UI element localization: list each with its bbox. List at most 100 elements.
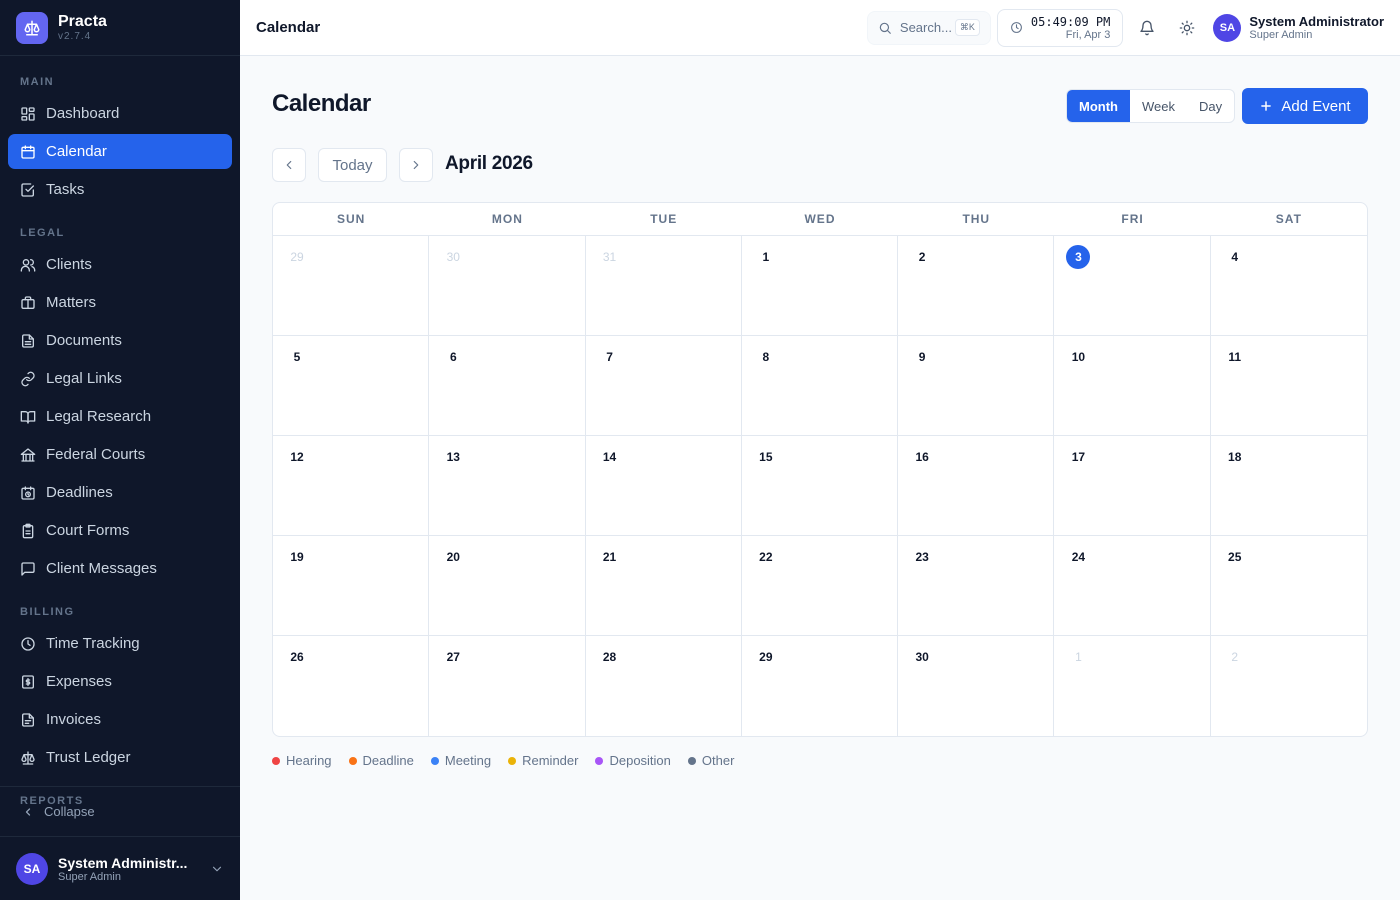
sidebar-item-legal-links[interactable]: Legal Links (8, 361, 232, 396)
calendar-day[interactable]: 12 (273, 436, 430, 536)
sidebar-item-label: Clients (46, 256, 92, 273)
view-week-button[interactable]: Week (1130, 90, 1187, 122)
calendar-day[interactable]: 6 (429, 336, 586, 436)
calendar-day[interactable]: 8 (741, 336, 899, 436)
sidebar-item-tasks[interactable]: Tasks (8, 172, 232, 207)
calendar-day[interactable]: 7 (585, 336, 742, 436)
sidebar-item-calendar[interactable]: Calendar (8, 134, 232, 169)
calendar-clock-icon (21, 485, 35, 500)
calendar-day[interactable]: 28 (586, 636, 742, 736)
sidebar-nav: MAIN Dashboard Calendar Tasks LEGAL Clients Ma… (0, 56, 240, 807)
sidebar-item-client-messages[interactable]: Client Messages (8, 551, 232, 586)
sidebar-item-trust-ledger[interactable]: Trust Ledger (8, 740, 232, 775)
legend-item-hearing: Hearing (272, 753, 332, 768)
invoice-icon (22, 712, 34, 727)
search-button[interactable]: Search... ⌘K (866, 10, 991, 45)
weekday-label: SUN (336, 212, 366, 226)
calendar-day[interactable]: 15 (741, 436, 899, 536)
next-month-button[interactable] (399, 148, 433, 182)
legend-item-reminder: Reminder (508, 753, 578, 768)
calendar-day[interactable]: 2 (898, 236, 1055, 336)
calendar-day[interactable]: 24 (1054, 536, 1211, 636)
calendar-day[interactable]: 17 (1054, 436, 1211, 536)
sidebar-item-label: Deadlines (46, 484, 113, 501)
sidebar-user-menu[interactable]: SA System Administr... Super Admin (0, 836, 240, 900)
legend-item-deadline: Deadline (348, 753, 414, 768)
calendar-day[interactable]: 19 (273, 536, 430, 636)
sidebar-item-court-forms[interactable]: Court Forms (8, 513, 232, 548)
courthouse-icon (20, 447, 36, 462)
sidebar-item-federal-courts[interactable]: Federal Courts (8, 437, 232, 472)
today-button[interactable]: Today (318, 148, 387, 182)
chevron-down-icon (212, 866, 222, 871)
calendar-day[interactable]: 10 (1054, 336, 1211, 436)
sidebar-item-matters[interactable]: Matters (8, 285, 232, 320)
calendar-day[interactable]: 25 (1210, 536, 1367, 636)
day-number: 2 (918, 250, 926, 264)
sidebar-item-expenses[interactable]: Expenses (8, 664, 232, 699)
day-number: 13 (446, 450, 460, 464)
calendar-day[interactable]: 29 (273, 236, 430, 336)
calendar-day[interactable]: 1 (1054, 636, 1211, 736)
view-day-button[interactable]: Day (1187, 90, 1234, 122)
calendar-day[interactable]: 21 (585, 536, 742, 636)
calendar-day[interactable]: 30 (429, 236, 586, 336)
page-title: Calendar (272, 90, 371, 117)
calendar-day[interactable]: 9 (898, 336, 1055, 436)
calendar-day[interactable]: 23 (898, 536, 1055, 636)
month-calendar: SUN MON TUE WED THU FRI SAT 29 30 31 1 2 3 4 5 6 7 8 9 10 1… (272, 202, 1368, 737)
day-number: 5 (293, 350, 301, 364)
calendar-day[interactable]: 13 (429, 436, 586, 536)
brand[interactable]: Practa v2.7.4 (0, 0, 240, 56)
brand-version: v2.7.4 (58, 31, 92, 42)
legend-label: Meeting (444, 753, 492, 768)
calendar-day-today[interactable]: 3 (1054, 236, 1211, 336)
calendar-day[interactable]: 30 (898, 636, 1055, 736)
calendar-day[interactable]: 31 (585, 236, 742, 336)
header-user-menu[interactable]: SA System Administrator Super Admin (1213, 13, 1384, 42)
calendar-day[interactable]: 27 (429, 636, 586, 736)
previous-month-button[interactable] (272, 148, 306, 182)
sidebar-item-legal-research[interactable]: Legal Research (8, 399, 232, 434)
calendar-icon (21, 144, 35, 159)
calendar-day[interactable]: 14 (585, 436, 742, 536)
calendar-day[interactable]: 22 (741, 536, 899, 636)
calendar-day[interactable]: 26 (273, 636, 430, 736)
sidebar-item-deadlines[interactable]: Deadlines (8, 475, 232, 510)
day-number: 21 (602, 550, 617, 564)
add-event-button[interactable]: Add Event (1242, 88, 1368, 124)
day-number: 9 (918, 350, 926, 364)
day-number: 18 (1228, 450, 1242, 464)
sidebar-item-time-tracking[interactable]: Time Tracking (8, 626, 232, 661)
collapse-button[interactable]: Collapse (0, 786, 240, 836)
calendar-day[interactable]: 20 (429, 536, 586, 636)
calendar-day[interactable]: 18 (1210, 436, 1367, 536)
brand-name: Practa (58, 13, 107, 30)
notifications-button[interactable] (1127, 8, 1167, 48)
day-number: 7 (606, 350, 613, 364)
clipboard-icon (22, 523, 34, 538)
calendar-day[interactable]: 29 (742, 636, 899, 736)
document-icon (22, 333, 34, 348)
sidebar-item-invoices[interactable]: Invoices (8, 702, 232, 737)
calendar-day[interactable]: 4 (1210, 236, 1367, 336)
sidebar-item-dashboard[interactable]: Dashboard (8, 96, 232, 131)
day-number: 14 (602, 450, 617, 464)
calendar-day[interactable]: 5 (273, 336, 430, 436)
tasks-icon (21, 182, 34, 197)
calendar-day[interactable]: 16 (898, 436, 1055, 536)
view-month-button[interactable]: Month (1067, 90, 1130, 122)
sidebar-item-label: Matters (46, 294, 97, 311)
sidebar-item-documents[interactable]: Documents (8, 323, 232, 358)
search-placeholder: Search... (899, 20, 952, 35)
calendar-day[interactable]: 11 (1210, 336, 1367, 436)
theme-toggle-button[interactable] (1167, 8, 1207, 48)
day-number: 30 (446, 250, 460, 264)
link-icon (21, 371, 35, 386)
calendar-day[interactable]: 1 (741, 236, 899, 336)
nav-section-billing: BILLING (20, 606, 75, 618)
legend-dot (272, 756, 280, 765)
sidebar-item-clients[interactable]: Clients (8, 247, 232, 282)
day-number: 2 (1231, 650, 1239, 664)
calendar-day[interactable]: 2 (1211, 636, 1367, 736)
